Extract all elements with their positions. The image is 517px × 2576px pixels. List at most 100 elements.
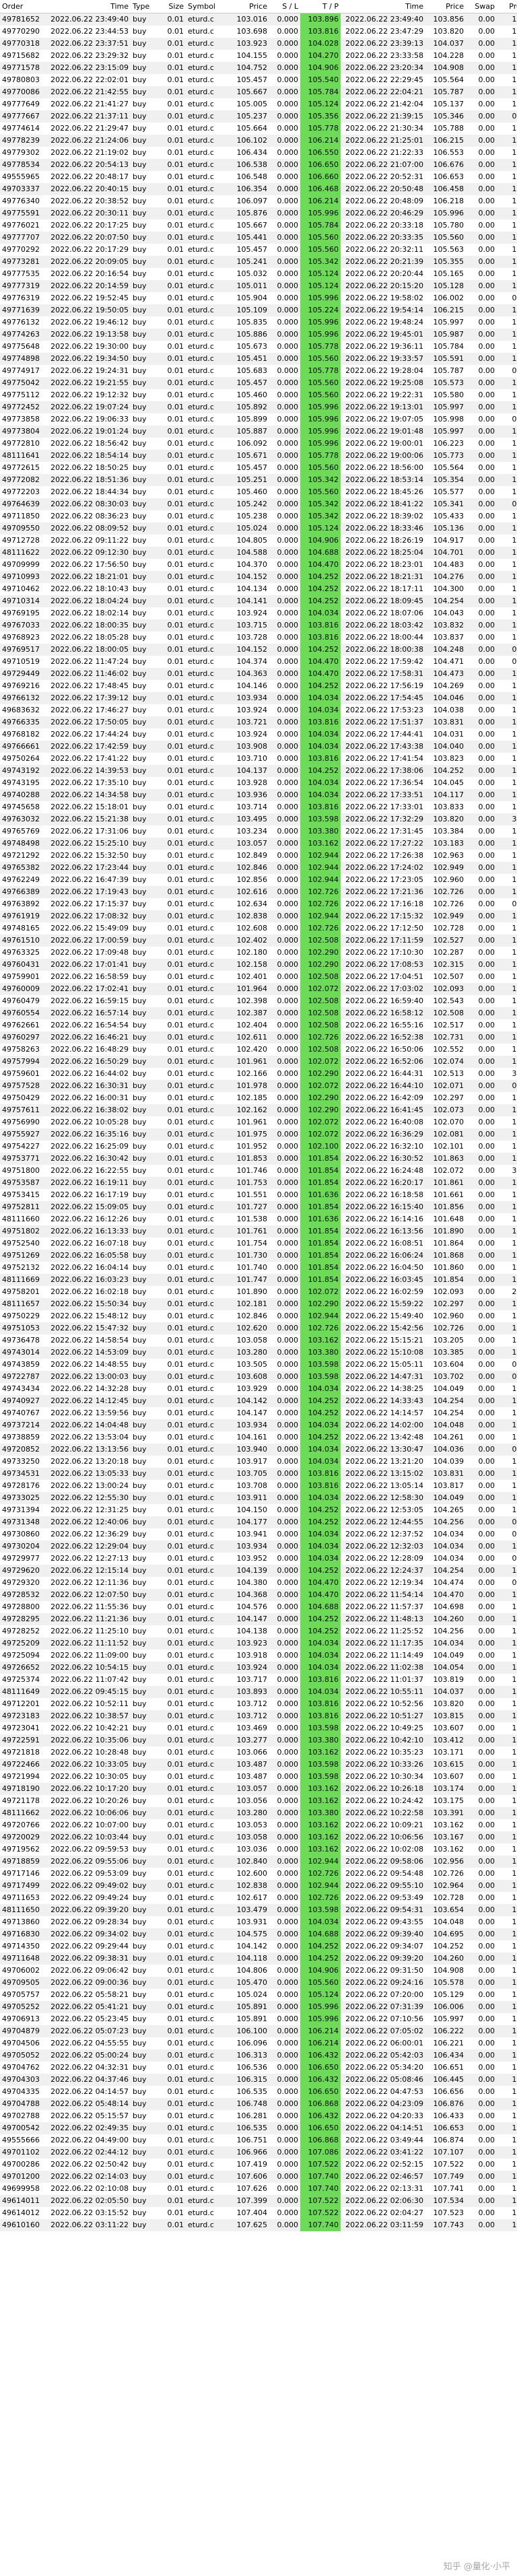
table-row[interactable]: 49720766 2022.06.22 10:07:00 buy 0.01 eturd.… [0, 1819, 517, 1831]
table-row[interactable]: 49710462 2022.06.22 18:10:43 buy 0.01 eturd.… [0, 583, 517, 595]
table-row[interactable]: 49725209 2022.06.22 11:11:52 buy 0.01 eturd.… [0, 1637, 517, 1650]
table-row[interactable]: 49717146 2022.06.22 09:53:09 buy 0.01 eturd.… [0, 1868, 517, 1880]
table-row[interactable]: 48111650 2022.06.22 09:39:20 buy 0.01 eturd.… [0, 1904, 517, 1916]
table-row[interactable]: 49777707 2022.06.22 20:07:50 buy 0.01 eturd.… [0, 232, 517, 244]
table-row[interactable]: 48111649 2022.06.22 09:45:15 buy 0.01 eturd.… [0, 1686, 517, 1698]
table-row[interactable]: 49770318 2022.06.22 23:37:51 buy 0.01 eturd.… [0, 38, 517, 50]
table-row[interactable]: 49712201 2022.06.22 10:52:11 buy 0.01 eturd.… [0, 1698, 517, 1710]
col-swap-header[interactable]: Swap [466, 0, 497, 13]
table-row[interactable]: 49705252 2022.06.22 05:41:21 buy 0.01 eturd.… [0, 2001, 517, 2013]
table-row[interactable]: 49709550 2022.06.22 08:09:52 buy 0.01 eturd.… [0, 522, 517, 535]
table-row[interactable]: 49725094 2022.06.22 11:09:00 buy 0.01 eturd.… [0, 1650, 517, 1662]
table-row[interactable]: 49754227 2022.06.22 16:25:09 buy 0.01 eturd.… [0, 1141, 517, 1153]
table-row[interactable]: 49780803 2022.06.22 22:02:01 buy 0.01 eturd.… [0, 74, 517, 86]
table-row[interactable]: 49766661 2022.06.22 17:42:59 buy 0.01 eturd.… [0, 741, 517, 753]
table-row[interactable]: 49751053 2022.06.22 15:47:32 buy 0.01 eturd.… [0, 1322, 517, 1334]
table-row[interactable]: 49757611 2022.06.22 16:38:02 buy 0.01 eturd.… [0, 1104, 517, 1116]
table-row[interactable]: 49751800 2022.06.22 16:22:55 buy 0.01 eturd.… [0, 1165, 517, 1177]
table-row[interactable]: 49710993 2022.06.22 18:21:01 buy 0.01 eturd.… [0, 571, 517, 583]
table-row[interactable]: 49722466 2022.06.22 10:33:05 buy 0.01 eturd.… [0, 1759, 517, 1771]
table-row[interactable]: 49772810 2022.06.22 18:56:42 buy 0.01 eturd.… [0, 438, 517, 450]
table-row[interactable]: 49738859 2022.06.22 13:53:04 buy 0.01 eturd.… [0, 1431, 517, 1444]
table-row[interactable]: 49699958 2022.06.22 02:10:08 buy 0.01 eturd.… [0, 2183, 517, 2195]
col-close-time-header[interactable]: Time [341, 0, 425, 13]
table-row[interactable]: 49759601 2022.06.22 16:44:02 buy 0.01 eturd.… [0, 1068, 517, 1080]
table-row[interactable]: 49752132 2022.06.22 16:04:14 buy 0.01 eturd.… [0, 1262, 517, 1274]
table-row[interactable]: 49700286 2022.06.22 02:50:42 buy 0.01 eturd.… [0, 2159, 517, 2171]
table-row[interactable]: 49775591 2022.06.22 20:30:11 buy 0.01 eturd.… [0, 207, 517, 219]
table-row[interactable]: 49713860 2022.06.22 09:28:34 buy 0.01 eturd.… [0, 1916, 517, 1928]
col-open-time-header[interactable]: Time [46, 0, 131, 13]
table-row[interactable]: 49722591 2022.06.22 10:35:06 buy 0.01 eturd.… [0, 1734, 517, 1747]
table-row[interactable]: 49721178 2022.06.22 10:20:26 buy 0.01 eturd.… [0, 1795, 517, 1807]
table-row[interactable]: 49758263 2022.06.22 16:48:29 buy 0.01 eturd.… [0, 1044, 517, 1056]
col-take-profit-header[interactable]: T / P [300, 0, 341, 13]
table-row[interactable]: 49733250 2022.06.22 13:20:18 buy 0.01 eturd.… [0, 1456, 517, 1468]
table-row[interactable]: 49764639 2022.06.22 08:30:03 buy 0.01 eturd.… [0, 498, 517, 510]
table-row[interactable]: 49737214 2022.06.22 14:04:48 buy 0.01 eturd.… [0, 1419, 517, 1431]
table-row[interactable]: 49740767 2022.06.22 13:59:56 buy 0.01 eturd.… [0, 1407, 517, 1419]
table-row[interactable]: 49776340 2022.06.22 20:38:52 buy 0.01 eturd.… [0, 195, 517, 207]
table-row[interactable]: 49729977 2022.06.22 12:27:13 buy 0.01 eturd.… [0, 1553, 517, 1565]
table-row[interactable]: 49743195 2022.06.22 17:35:10 buy 0.01 eturd.… [0, 777, 517, 789]
table-row[interactable]: 49769195 2022.06.22 18:02:14 buy 0.01 eturd.… [0, 607, 517, 619]
table-row[interactable]: 49614012 2022.06.22 03:15:52 buy 0.01 eturd.… [0, 2207, 517, 2219]
table-row[interactable]: 49769517 2022.06.22 18:00:05 buy 0.01 eturd.… [0, 644, 517, 656]
table-row[interactable]: 49773281 2022.06.22 20:09:05 buy 0.01 eturd.… [0, 256, 517, 268]
table-row[interactable]: 49776132 2022.06.22 19:46:12 buy 0.01 eturd.… [0, 316, 517, 329]
table-row[interactable]: 49704788 2022.06.22 05:48:14 buy 0.01 eturd.… [0, 2098, 517, 2110]
table-row[interactable]: 49717499 2022.06.22 09:49:02 buy 0.01 eturd.… [0, 1880, 517, 1892]
table-row[interactable]: 49759901 2022.06.22 16:58:59 buy 0.01 eturd.… [0, 971, 517, 983]
table-row[interactable]: 49770290 2022.06.22 23:44:53 buy 0.01 eturd.… [0, 26, 517, 38]
table-row[interactable]: 49761510 2022.06.22 17:00:59 buy 0.01 eturd.… [0, 935, 517, 947]
table-row[interactable]: 49704506 2022.06.22 04:55:55 buy 0.01 eturd.… [0, 2037, 517, 2049]
table-row[interactable]: 49714350 2022.06.22 09:29:44 buy 0.01 eturd.… [0, 1940, 517, 1953]
table-row[interactable]: 49711648 2022.06.22 09:38:31 buy 0.01 eturd.… [0, 1953, 517, 1965]
table-row[interactable]: 49726652 2022.06.22 10:54:15 buy 0.01 eturd.… [0, 1662, 517, 1674]
col-profit-header[interactable]: Profit [497, 0, 517, 13]
table-row[interactable]: 49766132 2022.06.22 17:39:12 buy 0.01 eturd.… [0, 692, 517, 704]
table-row[interactable]: 49701200 2022.06.22 02:14:03 buy 0.01 eturd.… [0, 2171, 517, 2183]
table-row[interactable]: 49705757 2022.06.22 05:58:21 buy 0.01 eturd.… [0, 1989, 517, 2001]
table-row[interactable]: 49777319 2022.06.22 20:14:59 buy 0.01 eturd.… [0, 280, 517, 292]
table-row[interactable]: 49728176 2022.06.22 13:00:24 buy 0.01 eturd.… [0, 1480, 517, 1492]
table-row[interactable]: 49721292 2022.06.22 15:32:50 buy 0.01 eturd.… [0, 850, 517, 862]
table-row[interactable]: 49709999 2022.06.22 17:56:50 buy 0.01 eturd.… [0, 559, 517, 571]
table-row[interactable]: 49775042 2022.06.22 19:21:55 buy 0.01 eturd.… [0, 377, 517, 389]
table-row[interactable]: 49760479 2022.06.22 16:59:15 buy 0.01 eturd.… [0, 995, 517, 1007]
table-row[interactable]: 49610160 2022.06.22 03:11:22 buy 0.01 eturd.… [0, 2219, 517, 2231]
table-row[interactable]: 49721818 2022.06.22 10:28:48 buy 0.01 eturd.… [0, 1747, 517, 1759]
table-row[interactable]: 49743434 2022.06.22 14:32:28 buy 0.01 eturd.… [0, 1383, 517, 1395]
table-row[interactable]: 49720029 2022.06.22 10:03:44 buy 0.01 eturd.… [0, 1831, 517, 1843]
table-row[interactable]: 48111657 2022.06.22 15:50:34 buy 0.01 eturd.… [0, 1298, 517, 1310]
table-row[interactable]: 49733025 2022.06.22 12:55:30 buy 0.01 eturd.… [0, 1492, 517, 1504]
table-row[interactable]: 49702788 2022.06.22 05:15:57 buy 0.01 eturd.… [0, 2110, 517, 2122]
table-row[interactable]: 49709505 2022.06.22 09:00:36 buy 0.01 eturd.… [0, 1977, 517, 1989]
table-row[interactable]: 49745658 2022.06.22 15:18:01 buy 0.01 eturd.… [0, 801, 517, 813]
table-row[interactable]: 49731394 2022.06.22 12:31:25 buy 0.01 eturd.… [0, 1504, 517, 1516]
table-row[interactable]: 49683632 2022.06.22 17:46:27 buy 0.01 eturd.… [0, 704, 517, 716]
table-row[interactable]: 49715682 2022.06.22 23:29:32 buy 0.01 eturd.… [0, 50, 517, 62]
table-row[interactable]: 48111622 2022.06.22 09:12:30 buy 0.01 eturd.… [0, 547, 517, 559]
table-row[interactable]: 48111669 2022.06.22 16:03:23 buy 0.01 eturd.… [0, 1274, 517, 1286]
table-row[interactable]: 49774263 2022.06.22 19:13:58 buy 0.01 eturd.… [0, 329, 517, 341]
table-row[interactable]: 49750429 2022.06.22 16:00:31 buy 0.01 eturd.… [0, 1092, 517, 1104]
table-row[interactable]: 49728252 2022.06.22 11:25:10 buy 0.01 eturd.… [0, 1625, 517, 1637]
table-row[interactable]: 49753771 2022.06.22 16:30:42 buy 0.01 eturd.… [0, 1153, 517, 1165]
table-row[interactable]: 49748165 2022.06.22 15:49:09 buy 0.01 eturd.… [0, 922, 517, 935]
table-row[interactable]: 49781652 2022.06.22 23:49:40 buy 0.01 eturd.… [0, 13, 517, 26]
col-symbol-header[interactable]: Symbol [186, 0, 229, 13]
table-row[interactable]: 49751269 2022.06.22 16:05:58 buy 0.01 eturd.… [0, 1250, 517, 1262]
table-row[interactable]: 49760297 2022.06.22 16:46:21 buy 0.01 eturd.… [0, 1031, 517, 1044]
table-row[interactable]: 49770086 2022.06.22 21:42:55 buy 0.01 eturd.… [0, 86, 517, 98]
table-row[interactable]: 49731348 2022.06.22 12:40:06 buy 0.01 eturd.… [0, 1516, 517, 1528]
table-row[interactable]: 48111660 2022.06.22 16:12:26 buy 0.01 eturd.… [0, 1213, 517, 1225]
table-row[interactable]: 49778239 2022.06.22 21:24:06 buy 0.01 eturd.… [0, 135, 517, 147]
table-row[interactable]: 49729320 2022.06.22 12:11:36 buy 0.01 eturd.… [0, 1577, 517, 1589]
table-row[interactable]: 49716830 2022.06.22 09:34:02 buy 0.01 eturd.… [0, 1928, 517, 1940]
table-row[interactable]: 49728800 2022.06.22 11:55:36 buy 0.01 eturd.… [0, 1601, 517, 1613]
table-row[interactable]: 49766389 2022.06.22 17:19:43 buy 0.01 eturd.… [0, 886, 517, 898]
table-row[interactable]: 49772615 2022.06.22 18:50:25 buy 0.01 eturd.… [0, 462, 517, 474]
table-row[interactable]: 49775648 2022.06.22 19:30:00 buy 0.01 eturd.… [0, 341, 517, 353]
table-row[interactable]: 49774917 2022.06.22 19:24:31 buy 0.01 eturd.… [0, 365, 517, 377]
